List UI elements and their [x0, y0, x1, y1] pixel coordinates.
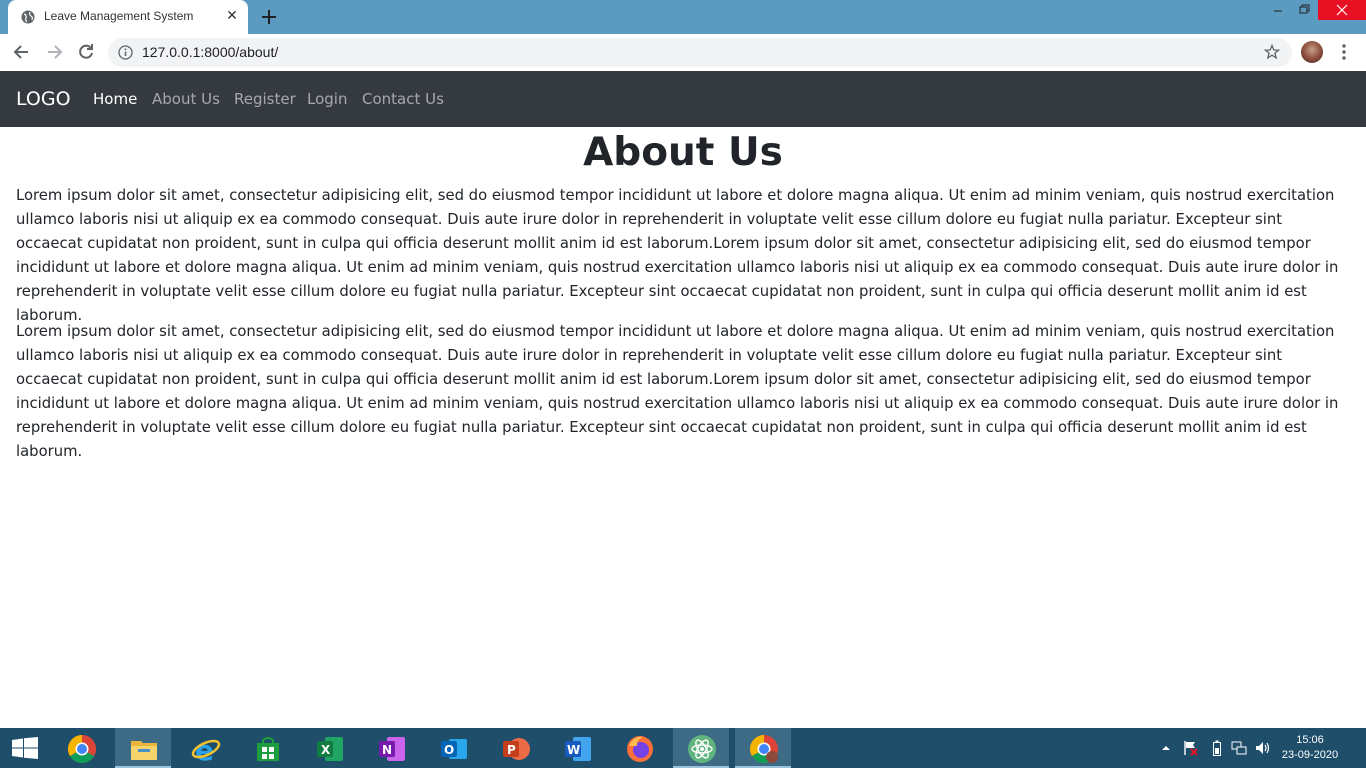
address-bar[interactable]: 127.0.0.1:8000/about/	[108, 38, 1292, 67]
url-text[interactable]: 127.0.0.1:8000/about/	[142, 44, 278, 60]
about-paragraph-1: Lorem ipsum dolor sit amet, consectetur …	[16, 187, 1339, 324]
nav-contact-us[interactable]: Contact Us	[362, 90, 444, 108]
action-center-flag-icon[interactable]	[1183, 740, 1199, 756]
nav-register[interactable]: Register	[234, 90, 296, 108]
page-title: About Us	[583, 130, 783, 175]
browser-toolbar: 127.0.0.1:8000/about/	[0, 34, 1366, 72]
svg-text:P: P	[507, 743, 516, 757]
svg-text:X: X	[321, 743, 331, 757]
nav-about-us[interactable]: About Us	[152, 90, 220, 108]
excel-icon: X	[317, 737, 343, 761]
taskbar-file-explorer[interactable]	[115, 728, 171, 768]
svg-text:O: O	[444, 743, 454, 757]
clock-time: 15:06	[1296, 734, 1324, 746]
battery-icon[interactable]	[1212, 740, 1222, 756]
site-navbar: LOGO Home About Us Register Login Contac…	[0, 71, 1366, 127]
svg-text:N: N	[382, 743, 392, 757]
browser-tab[interactable]: Leave Management System ✕	[8, 0, 248, 34]
word-icon: W	[565, 737, 591, 761]
taskbar-excel[interactable]: X	[301, 728, 357, 768]
firefox-icon	[627, 736, 653, 762]
internet-explorer-icon: e	[191, 734, 221, 764]
site-logo[interactable]: LOGO	[16, 88, 71, 110]
more-menu-icon[interactable]	[1338, 42, 1350, 62]
tab-title: Leave Management System	[44, 9, 194, 23]
window-close-icon[interactable]	[1318, 0, 1366, 20]
taskbar-onenote[interactable]: N	[363, 728, 419, 768]
info-icon[interactable]	[118, 45, 133, 60]
powerpoint-icon: P	[503, 738, 530, 760]
taskbar-chrome-active[interactable]	[735, 728, 791, 768]
close-icon[interactable]: ✕	[224, 8, 240, 24]
show-hidden-icons-icon[interactable]	[1160, 740, 1172, 756]
taskbar-powerpoint[interactable]: P	[487, 728, 543, 768]
svg-text:e: e	[195, 734, 214, 764]
back-icon[interactable]	[12, 42, 32, 62]
windows-taskbar: e X N O P W 15:06 23-09-2020	[0, 728, 1366, 768]
taskbar-firefox[interactable]	[611, 728, 667, 768]
taskbar-chrome[interactable]	[53, 728, 109, 768]
outlook-icon: O	[441, 739, 467, 759]
taskbar-microsoft-store[interactable]	[239, 728, 295, 768]
svg-text:W: W	[567, 743, 580, 757]
globe-icon	[21, 10, 35, 24]
bookmark-star-icon[interactable]	[1264, 44, 1280, 60]
minimize-icon[interactable]	[1265, 0, 1291, 20]
file-explorer-icon	[131, 741, 157, 760]
taskbar-atom[interactable]	[673, 728, 729, 768]
microsoft-store-icon	[257, 737, 279, 761]
taskbar-outlook[interactable]: O	[425, 728, 481, 768]
volume-icon[interactable]	[1255, 740, 1271, 756]
taskbar-word[interactable]: W	[549, 728, 605, 768]
profile-avatar[interactable]	[1301, 41, 1323, 63]
chrome-icon	[68, 735, 96, 763]
chrome-active-icon	[750, 735, 778, 763]
taskbar-internet-explorer[interactable]: e	[177, 728, 233, 768]
start-icon	[12, 737, 38, 759]
clock-date: 23-09-2020	[1281, 749, 1339, 761]
network-icon[interactable]	[1231, 740, 1247, 756]
onenote-icon: N	[379, 737, 405, 761]
restore-icon[interactable]	[1291, 0, 1317, 20]
browser-tab-strip: Leave Management System ✕	[0, 0, 1366, 34]
start-button[interactable]	[0, 728, 50, 768]
reload-icon[interactable]	[76, 42, 96, 62]
new-tab-icon[interactable]	[259, 7, 279, 27]
system-clock[interactable]: 15:06 23-09-2020	[1280, 733, 1340, 763]
nav-home[interactable]: Home	[93, 90, 137, 108]
about-paragraph-2: Lorem ipsum dolor sit amet, consectetur …	[16, 323, 1339, 460]
forward-icon[interactable]	[44, 42, 64, 62]
atom-icon	[688, 735, 716, 763]
nav-login[interactable]: Login	[307, 90, 347, 108]
